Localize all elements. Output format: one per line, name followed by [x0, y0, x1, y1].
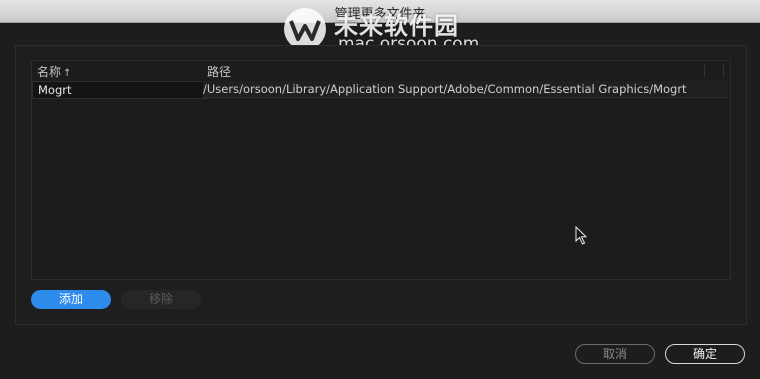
- cancel-button[interactable]: 取消: [575, 344, 655, 364]
- table-header: 名称 ↑ 路径: [32, 61, 730, 81]
- remove-button[interactable]: 移除: [121, 290, 201, 309]
- column-resize-handle[interactable]: [704, 65, 724, 77]
- add-button[interactable]: 添加: [31, 290, 111, 309]
- row-path-cell[interactable]: /Users/orsoon/Library/Application Suppor…: [203, 81, 728, 98]
- table-row[interactable]: Mogrt /Users/orsoon/Library/Application …: [32, 81, 730, 99]
- ok-button[interactable]: 确定: [665, 344, 745, 364]
- column-header-path[interactable]: 路径: [207, 63, 231, 80]
- manage-folders-dialog: 管理更多文件夹 未来软件园 mac.orsoon.com 名称 ↑ 路径 Mogr…: [0, 0, 760, 379]
- folder-table: 名称 ↑ 路径 Mogrt /Users/orsoon/Library/Appli…: [31, 60, 731, 280]
- mouse-pointer-icon: [575, 226, 588, 245]
- row-name-cell[interactable]: Mogrt: [32, 81, 208, 99]
- column-header-name-label: 名称: [37, 65, 62, 79]
- folder-panel: 名称 ↑ 路径 Mogrt /Users/orsoon/Library/Appli…: [15, 45, 747, 325]
- column-header-name[interactable]: 名称 ↑: [37, 63, 71, 80]
- sort-ascending-icon: ↑: [63, 68, 72, 79]
